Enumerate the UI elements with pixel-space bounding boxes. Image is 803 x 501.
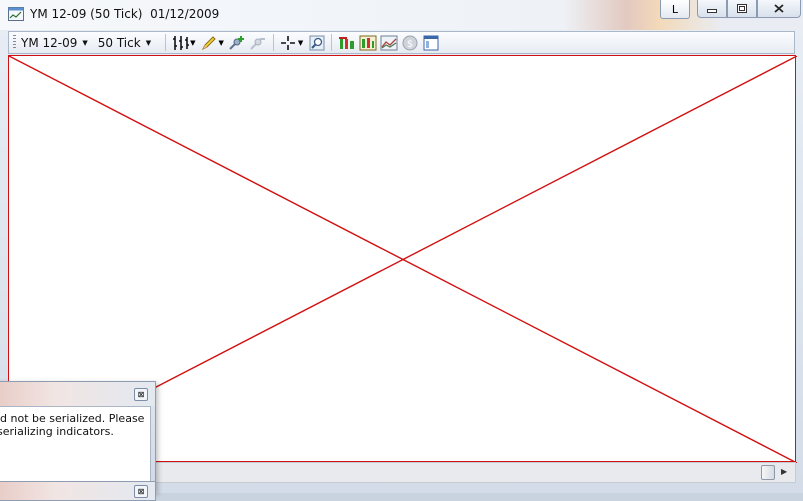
chevron-down-icon: ▼ [145,38,152,47]
pencil-icon[interactable] [200,34,218,52]
dialog-title-bar[interactable]: ⊠ [0,382,155,406]
toolbar-separator [331,34,333,51]
chart-app-icon [8,7,24,21]
chevron-down-icon[interactable]: ▼ [218,39,223,47]
chevron-down-icon[interactable]: ▼ [298,39,303,47]
minimize-button[interactable] [697,0,727,18]
toolbar-grip[interactable] [13,35,16,50]
second-dialog[interactable]: ⊠ [0,481,156,501]
close-button[interactable] [757,0,801,18]
minimize-icon [707,8,717,13]
interval-label: 50 Tick [97,35,141,50]
window-title: YM 12-09 (50 Tick) 01/12/2009 [30,7,220,21]
scroll-right-icon[interactable]: ▶ [781,467,787,476]
strategy-icon[interactable] [338,34,356,52]
instrument-label: YM 12-09 [21,35,78,50]
bar-style-icon[interactable] [172,34,190,52]
chart-trader-icon[interactable] [380,34,398,52]
market-replay-icon[interactable] [359,34,377,52]
dialog-message: ld not be serialized. Please serializing… [0,412,147,438]
remove-indicator-icon[interactable] [249,34,267,52]
error-dialog: ⊠ ld not be serialized. Please serializi… [0,381,156,493]
interval-dropdown[interactable]: 50 Tick ▼ [98,36,151,50]
restore-button[interactable] [727,0,757,18]
chevron-down-icon: ▼ [82,38,88,47]
restore-icon [737,4,747,13]
instrument-dropdown[interactable]: YM 12-09 ▼ [21,36,88,50]
svg-text:$: $ [407,39,413,50]
scrollbar-thumb[interactable] [761,465,775,480]
link-button[interactable]: L [660,0,690,19]
chart-toolbar: YM 12-09 ▼ 50 Tick ▼ ▼ ▼ ▼ $ [8,31,795,54]
dialog-message-line: ld not be serialized. Please [0,412,145,425]
dialog-message-line: serializing indicators. [0,425,114,438]
zoom-icon[interactable] [308,34,326,52]
toolbar-separator [165,34,167,51]
currency-icon[interactable]: $ [401,34,419,52]
dialog-close-button[interactable]: ⊠ [134,388,148,401]
close-icon [774,4,784,13]
add-indicator-icon[interactable] [228,34,246,52]
chevron-down-icon[interactable]: ▼ [190,39,195,47]
title-bar[interactable]: YM 12-09 (50 Tick) 01/12/2009 L [0,0,803,30]
toolbar-separator [272,34,274,51]
properties-icon[interactable] [422,34,440,52]
crosshair-icon[interactable] [279,34,297,52]
dialog-close-button[interactable]: ⊠ [134,485,148,498]
